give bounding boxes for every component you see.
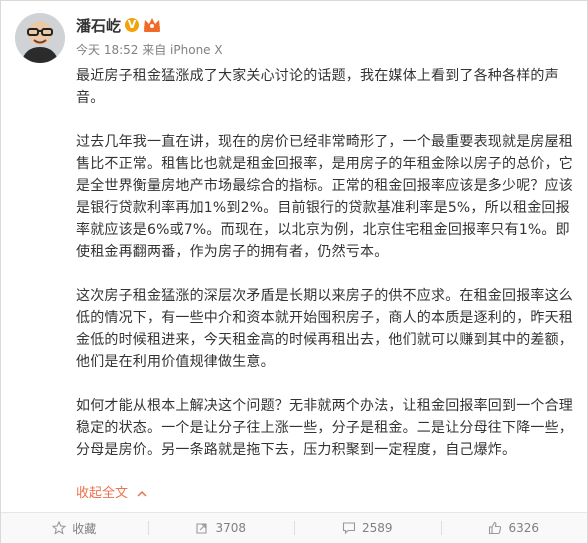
action-toolbar: 收藏 3708 2589 6326 — [1, 512, 587, 543]
comment-count: 2589 — [361, 521, 393, 535]
repost-icon — [195, 521, 209, 535]
post-paragraph-4: 如何才能从根本上解决这个问题？无非就两个办法，让租金回报率回到一个合理稳定的状态… — [76, 398, 573, 458]
like-button[interactable]: 6326 — [440, 513, 588, 543]
verified-v-icon: V — [125, 18, 139, 32]
author-name[interactable]: 潘石屹 — [76, 15, 121, 36]
weibo-post-card: 潘石屹 V 今天 18:52 来自 iPhone X 最近房子租金猛涨成了大家关… — [0, 0, 588, 543]
chevron-up-icon — [137, 486, 147, 501]
thumbs-up-icon — [488, 521, 502, 535]
collapse-label: 收起全文 — [76, 486, 129, 501]
post-content: 最近房子租金猛涨成了大家关心讨论的话题，我在媒体上看到了各种各样的声音。 过去几… — [76, 65, 576, 483]
comment-button[interactable]: 2589 — [294, 513, 441, 543]
post-paragraph-2: 过去几年我一直在讲，现在的房价已经非常畸形了，一个最重要表现就是房屋租售比不正常… — [76, 134, 573, 260]
like-count: 6326 — [508, 521, 540, 535]
post-source: 来自 iPhone X — [142, 43, 223, 57]
post-paragraph-1: 最近房子租金猛涨成了大家关心讨论的话题，我在媒体上看到了各种各样的声音。 — [76, 68, 559, 106]
post-time[interactable]: 今天 18:52 — [76, 43, 138, 57]
vip-crown-icon — [142, 15, 162, 33]
post-paragraph-3: 这次房子租金猛涨的深层次矛盾是长期以来房子的供不应求。在租金回报率这么低的情况下… — [76, 288, 573, 370]
collapse-full-text-link[interactable]: 收起全文 — [76, 482, 147, 501]
avatar[interactable] — [15, 13, 65, 63]
favorite-label: 收藏 — [72, 521, 97, 536]
post-meta: 今天 18:52 来自 iPhone X — [76, 41, 223, 58]
repost-count: 3708 — [215, 521, 247, 535]
star-icon — [51, 520, 67, 535]
favorite-button[interactable]: 收藏 — [1, 513, 148, 543]
repost-button[interactable]: 3708 — [147, 513, 295, 543]
comment-icon — [342, 521, 356, 535]
